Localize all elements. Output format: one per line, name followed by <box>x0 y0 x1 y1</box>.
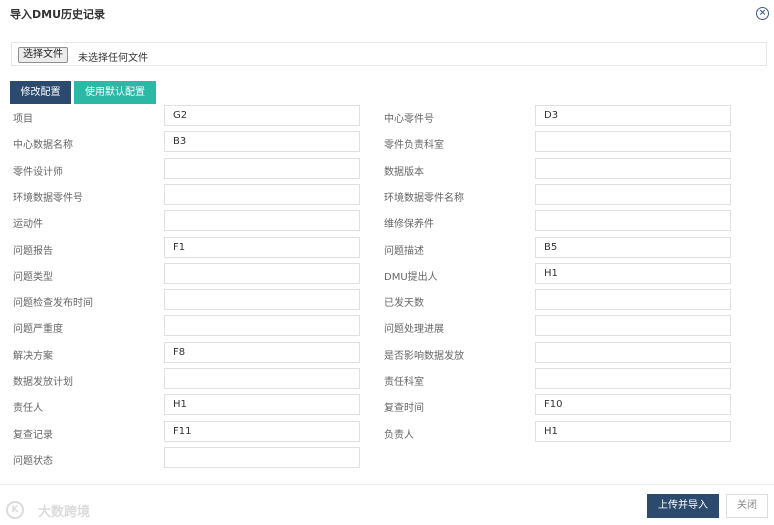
field-input[interactable]: F8 <box>164 341 360 363</box>
field-label: 责任人 <box>13 403 43 415</box>
field-label: 零件设计师 <box>13 166 63 178</box>
field-input[interactable] <box>164 315 360 337</box>
field-label: 问题检查发布时间 <box>13 298 93 310</box>
field-label: 复查记录 <box>13 429 53 441</box>
field-label: 负责人 <box>384 429 414 441</box>
field-label: 数据版本 <box>384 166 424 178</box>
field-label: 环境数据零件名称 <box>384 192 464 204</box>
close-button[interactable]: 关闭 <box>726 494 768 518</box>
field-label: DMU提出人 <box>384 271 438 283</box>
upload-import-button[interactable]: 上传并导入 <box>647 494 719 518</box>
file-upload-area: 选择文件 未选择任何文件 <box>11 42 767 66</box>
field-input[interactable]: H1 <box>535 420 731 442</box>
file-status-text: 未选择任何文件 <box>78 53 148 64</box>
field-input[interactable] <box>535 289 731 311</box>
field-input[interactable] <box>535 210 731 232</box>
field-input[interactable] <box>535 341 731 363</box>
field-input[interactable] <box>535 368 731 389</box>
field-label: 运动件 <box>13 219 43 231</box>
dialog-header: 导入DMU历史记录 × <box>0 0 774 28</box>
field-label: 项目 <box>13 114 33 125</box>
field-label: 数据发放计划 <box>13 377 73 388</box>
watermark-text: 大数跨境 <box>38 505 91 520</box>
field-input[interactable]: F11 <box>164 420 360 442</box>
field-label: 问题报告 <box>13 245 53 257</box>
watermark-logo-icon: K <box>6 501 24 519</box>
field-label: 复查时间 <box>384 403 424 415</box>
field-input[interactable]: H1 <box>535 262 731 284</box>
field-input[interactable]: H1 <box>164 394 360 416</box>
dialog-title: 导入DMU历史记录 <box>10 8 106 21</box>
field-label: 已发天数 <box>384 298 424 310</box>
field-label: 中心零件号 <box>384 114 434 125</box>
field-label: 责任科室 <box>384 377 424 388</box>
field-input[interactable] <box>164 183 360 205</box>
field-input[interactable]: B3 <box>164 131 360 153</box>
field-label: 零件负责科室 <box>384 140 444 152</box>
field-input[interactable] <box>164 262 360 284</box>
field-input[interactable] <box>164 157 360 179</box>
edit-config-button[interactable]: 修改配置 <box>10 81 71 104</box>
field-input[interactable] <box>535 131 731 153</box>
footer-divider <box>0 484 774 485</box>
field-input[interactable] <box>164 210 360 232</box>
close-icon[interactable]: × <box>756 7 769 20</box>
field-input[interactable] <box>535 157 731 179</box>
field-label: 问题处理进展 <box>384 324 444 336</box>
field-input[interactable]: B5 <box>535 236 731 258</box>
field-label: 问题严重度 <box>13 324 63 336</box>
field-label: 解决方案 <box>13 350 53 362</box>
field-label: 问题类型 <box>13 271 53 283</box>
field-label: 环境数据零件号 <box>13 192 83 204</box>
field-input[interactable] <box>164 368 360 389</box>
field-label: 问题描述 <box>384 245 424 257</box>
field-input[interactable]: F10 <box>535 394 731 416</box>
field-input[interactable]: G2 <box>164 105 360 126</box>
choose-file-button[interactable]: 选择文件 <box>18 47 68 63</box>
field-input[interactable] <box>164 289 360 311</box>
field-input[interactable]: D3 <box>535 105 731 126</box>
field-label: 维修保养件 <box>384 219 434 231</box>
field-input[interactable] <box>535 315 731 337</box>
field-label: 中心数据名称 <box>13 140 73 152</box>
field-label: 是否影响数据发放 <box>384 350 464 362</box>
field-input[interactable]: F1 <box>164 236 360 258</box>
field-input[interactable] <box>535 183 731 205</box>
field-input[interactable] <box>164 446 360 468</box>
field-label: 问题状态 <box>13 455 53 467</box>
use-default-config-button[interactable]: 使用默认配置 <box>74 81 156 104</box>
